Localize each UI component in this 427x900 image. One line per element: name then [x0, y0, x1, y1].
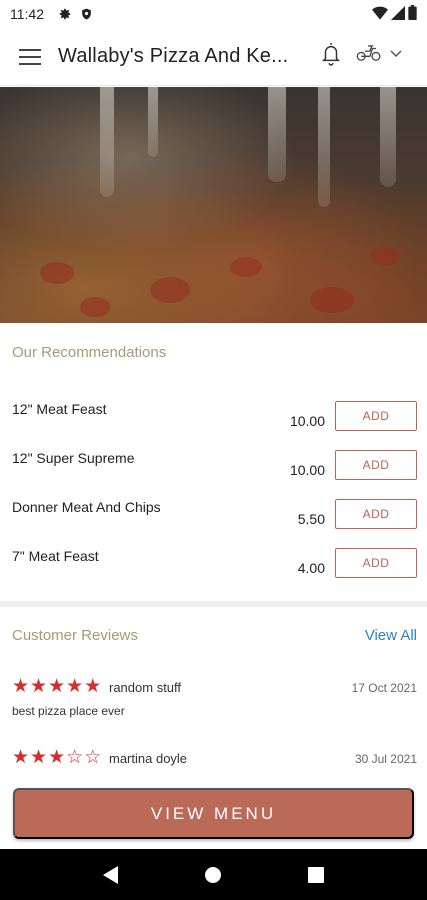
- item-price: 4.00: [297, 560, 325, 576]
- add-button[interactable]: ADD: [335, 548, 417, 578]
- battery-icon: [408, 5, 417, 23]
- status-bar: 11:42: [0, 0, 427, 28]
- star-filled-icon: ★: [12, 747, 30, 768]
- restaurant-title: Wallaby's Pizza And Ke...: [58, 45, 289, 67]
- star-filled-icon: ★: [66, 676, 84, 697]
- delivery-mode-selector[interactable]: [356, 37, 416, 71]
- recommendation-item: 12" Meat Feast 10.00 ADD: [0, 401, 427, 441]
- bell-icon[interactable]: [316, 37, 346, 71]
- chevron-down-icon: [390, 45, 402, 63]
- pepperoni-spot: [150, 277, 190, 303]
- item-name: Donner Meat And Chips: [12, 499, 161, 515]
- item-price: 10.00: [289, 462, 325, 478]
- add-button[interactable]: ADD: [335, 450, 417, 480]
- reviewer-name: random stuff: [109, 680, 182, 695]
- star-empty-icon: ☆: [66, 747, 84, 768]
- view-all-reviews-link[interactable]: View All: [365, 627, 417, 644]
- item-name: 12" Super Supreme: [12, 450, 135, 466]
- star-filled-icon: ★: [30, 747, 48, 768]
- star-empty-icon: ☆: [84, 747, 102, 768]
- cheese-drip: [318, 87, 330, 207]
- review-date: 30 Jul 2021: [354, 752, 417, 766]
- star-filled-icon: ★: [12, 676, 30, 697]
- reviews-heading: Customer Reviews: [12, 627, 138, 644]
- item-name: 12" Meat Feast: [12, 401, 107, 417]
- review-text: best pizza place ever: [12, 704, 125, 718]
- recommendation-item: 7" Meat Feast 4.00 ADD: [0, 548, 427, 588]
- system-navigation-bar: [0, 849, 427, 900]
- settings-gear-icon: [58, 7, 72, 21]
- signal-icon: [391, 5, 405, 23]
- review-item: ★ ★ ★ ☆ ☆ martina doyle 30 Jul 2021: [12, 748, 417, 774]
- hero-pizza-image: [0, 87, 427, 323]
- shield-icon: [80, 7, 93, 21]
- item-price: 5.50: [297, 511, 325, 527]
- recommendations-heading: Our Recommendations: [12, 344, 167, 361]
- add-button[interactable]: ADD: [335, 401, 417, 431]
- home-circle-icon[interactable]: [193, 855, 233, 895]
- review-date: 17 Oct 2021: [351, 681, 417, 695]
- star-filled-icon: ★: [48, 676, 66, 697]
- pepperoni-spot: [230, 257, 262, 277]
- bottom-action-area: VIEW MENU: [0, 776, 427, 848]
- hamburger-menu-icon[interactable]: [8, 35, 52, 79]
- pepperoni-spot: [370, 247, 400, 265]
- star-filled-icon: ★: [48, 747, 66, 768]
- pepperoni-spot: [40, 262, 74, 284]
- recents-square-icon[interactable]: [296, 855, 336, 895]
- recommendation-item: 12" Super Supreme 10.00 ADD: [0, 450, 427, 490]
- scooter-icon: [356, 42, 382, 67]
- item-price: 10.00: [289, 413, 325, 429]
- section-divider: [0, 601, 427, 607]
- app-bar: Wallaby's Pizza And Ke...: [0, 28, 427, 86]
- star-rating: ★ ★ ★ ★ ★: [12, 677, 101, 696]
- review-item: ★ ★ ★ ★ ★ random stuff 17 Oct 2021 best …: [12, 677, 417, 727]
- star-rating: ★ ★ ★ ☆ ☆: [12, 748, 101, 767]
- star-filled-icon: ★: [84, 676, 102, 697]
- recommendation-item: Donner Meat And Chips 5.50 ADD: [0, 499, 427, 539]
- item-name: 7" Meat Feast: [12, 548, 99, 564]
- back-triangle-icon[interactable]: [91, 855, 131, 895]
- cheese-drip: [148, 87, 158, 157]
- star-filled-icon: ★: [30, 676, 48, 697]
- cheese-drip: [268, 87, 286, 182]
- reviewer-name: martina doyle: [109, 751, 188, 766]
- status-time: 11:42: [10, 6, 44, 22]
- cheese-drip: [380, 87, 396, 187]
- add-button[interactable]: ADD: [335, 499, 417, 529]
- wifi-icon: [372, 6, 388, 23]
- pepperoni-spot: [310, 287, 354, 313]
- view-menu-button[interactable]: VIEW MENU: [13, 788, 414, 839]
- pepperoni-spot: [80, 297, 110, 317]
- cheese-drip: [100, 87, 114, 197]
